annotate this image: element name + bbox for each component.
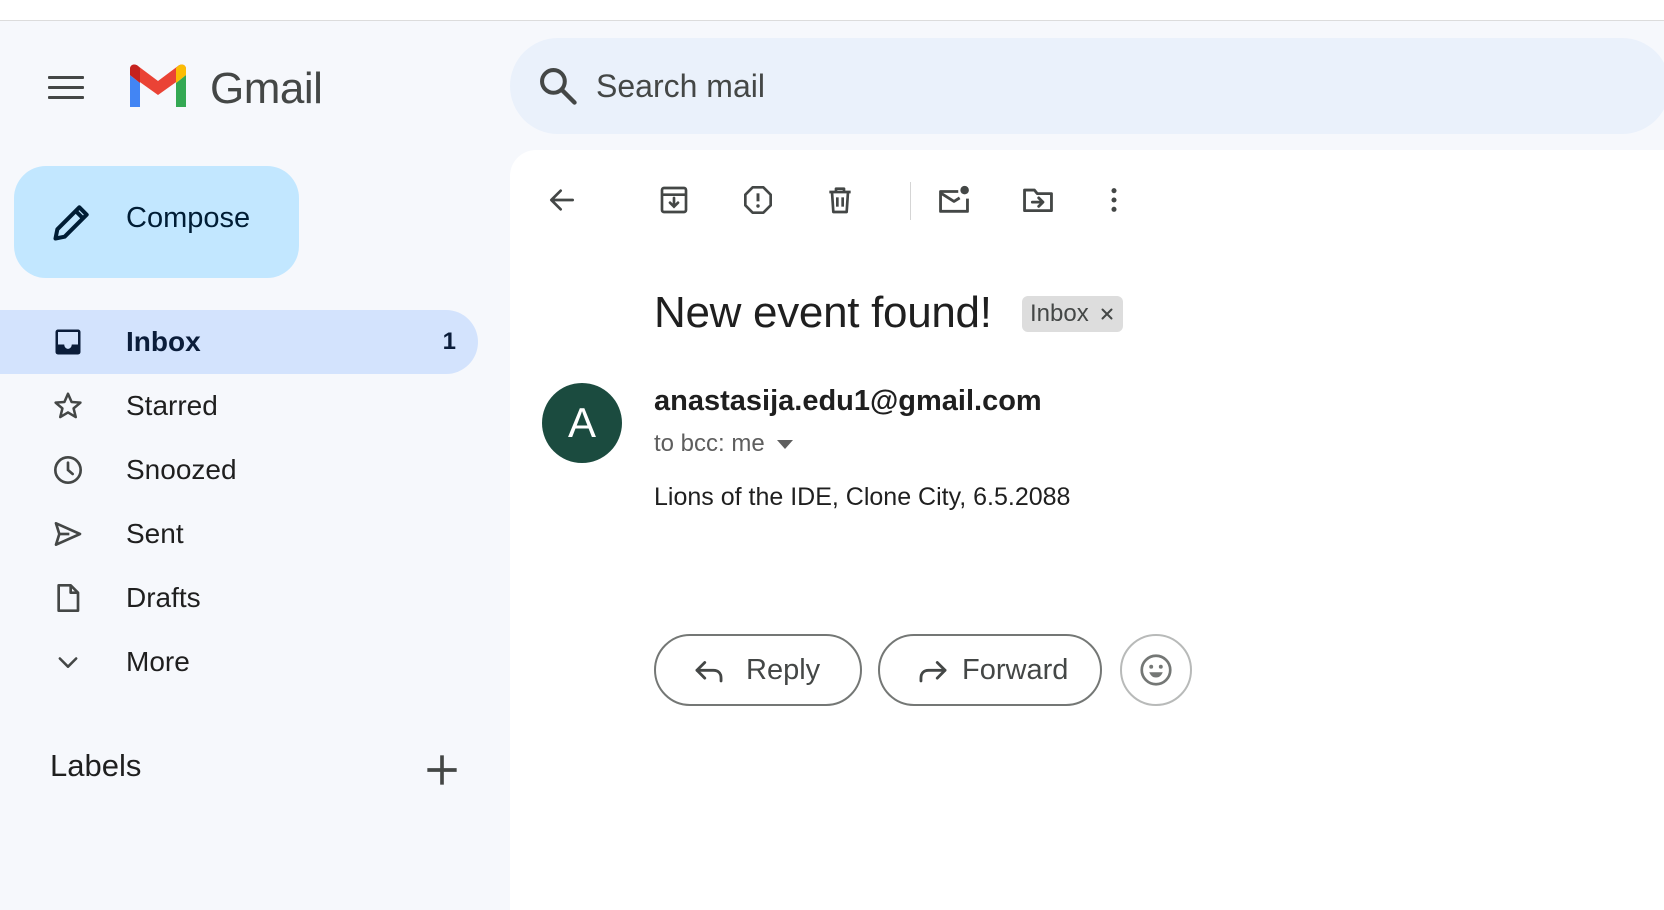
- labels-heading: Labels: [50, 748, 142, 783]
- sidebar-item-drafts[interactable]: Drafts: [0, 566, 478, 630]
- reply-label: Reply: [746, 654, 821, 686]
- sidebar-item-label: Inbox: [126, 326, 201, 357]
- reply-button[interactable]: Reply: [654, 634, 862, 706]
- message-subject: New event found!: [654, 288, 992, 337]
- window-top-bar: [0, 0, 1664, 21]
- menu-line: [48, 75, 84, 79]
- sidebar-nav: Inbox 1 Starred Snoozed Sent Drafts More: [0, 310, 478, 694]
- label-chip-text: Inbox: [1030, 300, 1089, 327]
- sender-avatar[interactable]: A: [542, 383, 622, 463]
- search-bar[interactable]: [510, 38, 1664, 134]
- smiley-icon: [1140, 654, 1172, 686]
- mark-unread-button[interactable]: [932, 178, 976, 222]
- arrow-left-icon: [550, 189, 574, 211]
- send-icon: [50, 516, 86, 552]
- message-body: Lions of the IDE, Clone City, 6.5.2088: [654, 483, 1071, 511]
- sidebar-item-label: Sent: [126, 518, 184, 549]
- sidebar-item-label: More: [126, 646, 190, 677]
- compose-label: Compose: [126, 202, 251, 234]
- forward-icon: [919, 661, 947, 683]
- unread-count-badge: 1: [442, 328, 456, 355]
- menu-line: [48, 95, 84, 99]
- emoji-reaction-button[interactable]: [1120, 634, 1192, 706]
- more-vertical-icon: [1111, 188, 1117, 212]
- pencil-icon: [53, 205, 89, 241]
- sidebar-item-sent[interactable]: Sent: [0, 502, 478, 566]
- draft-icon: [50, 580, 86, 616]
- inbox-icon: [50, 324, 86, 360]
- gmail-logo-icon[interactable]: [126, 63, 190, 111]
- reply-icon: [695, 661, 723, 683]
- more-options-button[interactable]: [1092, 178, 1136, 222]
- sidebar-item-more[interactable]: More: [0, 630, 478, 694]
- clock-icon: [50, 452, 86, 488]
- sidebar-item-label: Starred: [126, 390, 218, 421]
- archive-button[interactable]: [652, 178, 696, 222]
- search-input[interactable]: [596, 62, 1496, 110]
- close-icon[interactable]: [1099, 306, 1115, 322]
- chevron-down-icon: [50, 644, 86, 680]
- delete-button[interactable]: [818, 178, 862, 222]
- app-header: Gmail: [0, 21, 1664, 139]
- mark-unread-icon: [939, 185, 969, 213]
- recipient-text: to bcc: me: [654, 430, 765, 457]
- sidebar-item-inbox[interactable]: Inbox 1: [0, 310, 478, 374]
- move-to-button[interactable]: [1016, 178, 1060, 222]
- forward-button[interactable]: Forward: [878, 634, 1102, 706]
- sidebar-item-label: Drafts: [126, 582, 201, 613]
- main-menu-button[interactable]: [44, 65, 88, 109]
- plus-icon[interactable]: [420, 748, 464, 792]
- caret-down-icon: [776, 439, 793, 449]
- menu-line: [48, 85, 84, 89]
- archive-icon: [660, 186, 688, 214]
- back-button[interactable]: [540, 178, 584, 222]
- report-spam-button[interactable]: [736, 178, 780, 222]
- message-toolbar: [510, 170, 1210, 230]
- star-icon: [50, 388, 86, 424]
- sidebar-item-label: Snoozed: [126, 454, 237, 485]
- move-to-folder-icon: [1023, 188, 1053, 213]
- compose-button[interactable]: Compose: [14, 166, 299, 278]
- forward-label: Forward: [962, 654, 1069, 686]
- sender-email[interactable]: anastasija.edu1@gmail.com: [654, 385, 1042, 418]
- inbox-label-chip[interactable]: Inbox: [1022, 296, 1123, 332]
- trash-icon: [829, 187, 851, 214]
- message-view: New event found! Inbox A anastasija.edu1…: [510, 150, 1664, 910]
- app-brand-name: Gmail: [210, 64, 323, 113]
- sidebar-item-starred[interactable]: Starred: [0, 374, 478, 438]
- search-icon[interactable]: [536, 64, 580, 108]
- spam-icon: [744, 186, 772, 214]
- toolbar-divider: [910, 182, 911, 220]
- recipient-details-toggle[interactable]: to bcc: me: [654, 430, 793, 458]
- sidebar-item-snoozed[interactable]: Snoozed: [0, 438, 478, 502]
